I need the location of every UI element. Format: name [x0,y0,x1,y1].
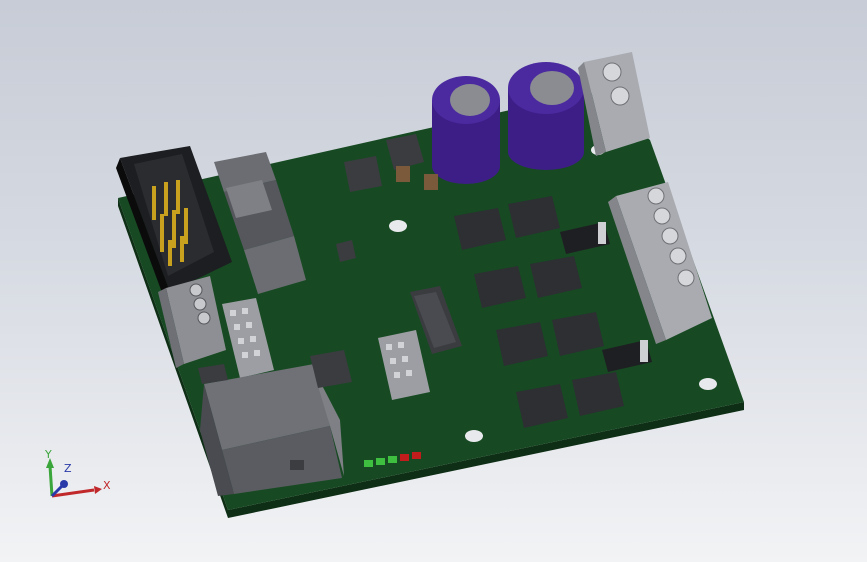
mounting-hole [699,378,717,390]
mounting-hole [389,220,407,232]
y-axis-label: Y [44,448,52,461]
x-axis-label: X [103,479,111,492]
mounting-hole [465,430,483,442]
pcb-3d-model[interactable] [0,0,867,562]
electrolytic-capacitor [508,62,584,170]
electrolytic-capacitor [432,76,500,184]
z-axis-label: Z [64,462,72,475]
y-axis-arrow [48,465,54,497]
orientation-triad: X Y Z [44,448,111,498]
cad-viewport[interactable]: X Y Z [0,0,867,562]
